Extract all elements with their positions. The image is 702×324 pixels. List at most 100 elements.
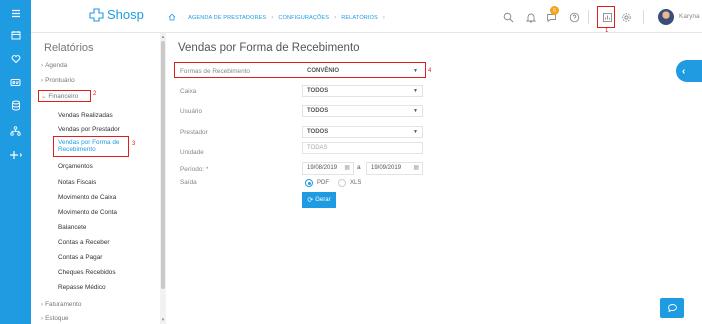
logo[interactable]: Shosp [89, 7, 144, 22]
saida-pdf-label[interactable]: PDF [317, 180, 329, 186]
chevron-right-icon: › [41, 77, 44, 84]
unidade-field[interactable]: TODAS [302, 142, 423, 154]
forma-select[interactable]: CONVÊNIO ▼ [302, 65, 423, 77]
username[interactable]: Karyna [679, 13, 700, 20]
annotation-marker: 2 [93, 91, 97, 97]
database-icon[interactable] [0, 96, 31, 114]
hierarchy-icon[interactable] [0, 122, 31, 140]
sidebar-subitem-movimento-caixa[interactable]: Movimento de Caixa [58, 194, 116, 201]
prestador-select-value: TODOS [307, 129, 329, 135]
saida-xls-label[interactable]: XLS [350, 180, 361, 186]
periodo-start-field[interactable]: 19/08/2019 ▦ [302, 162, 354, 175]
annotation-box [38, 90, 91, 102]
breadcrumb: · Agenda de Prestadores › Configurações … [168, 13, 390, 23]
chevron-right-icon: › [41, 62, 44, 69]
periodo-label: Período: * [180, 166, 209, 173]
chevron-left-icon: ‹ [682, 65, 686, 77]
scroll-thumb[interactable] [161, 41, 165, 289]
sidebar-item-estoque[interactable]: › Estoque [41, 315, 69, 322]
annotation-marker: 4 [428, 68, 432, 74]
sidebar-subitem-repasse-medico[interactable]: Repasse Médico [58, 284, 106, 291]
sidebar-subitem-orcamentos[interactable]: Orçamentos [58, 163, 93, 170]
forma-label: Formas de Recebimento [180, 68, 250, 75]
annotation-marker: 3 [132, 141, 136, 147]
breadcrumb-separator: › [334, 15, 337, 21]
sidebar-subitem-cheques-recebidos[interactable]: Cheques Recebidos [58, 269, 116, 276]
sidebar-subitem-notas-fiscais[interactable]: Notas Fiscais [58, 179, 96, 186]
gear-icon[interactable] [619, 10, 633, 24]
usuario-label: Usuário [180, 108, 203, 115]
caixa-select[interactable]: TODOS ▼ [302, 85, 423, 97]
avatar[interactable] [658, 9, 674, 25]
breadcrumb-separator: › [271, 15, 274, 21]
bell-icon[interactable] [524, 10, 538, 24]
calendar-icon[interactable]: ▦ [413, 163, 419, 174]
saida-pdf-radio[interactable] [305, 179, 313, 187]
calendar-icon[interactable]: ▦ [344, 163, 350, 174]
sidebar-subitem-contas-pagar[interactable]: Contas a Pagar [58, 254, 102, 261]
sidebar-item-label: Agenda [45, 62, 68, 69]
refresh-icon: ⟳ [307, 197, 314, 204]
sidebar-subitem-vendas-realizadas[interactable]: Vendas Realizadas [58, 112, 113, 119]
calendar-icon[interactable] [0, 26, 31, 44]
heart-icon[interactable] [0, 50, 31, 68]
logo-icon [89, 7, 104, 22]
notification-badge: 6 [550, 6, 559, 15]
breadcrumb-agenda[interactable]: Agenda de Prestadores [188, 15, 266, 21]
chat-button[interactable] [660, 298, 684, 318]
prestador-label: Prestador [180, 129, 208, 136]
unidade-label: Unidade [180, 149, 204, 156]
hamburger-icon[interactable] [0, 4, 31, 22]
breadcrumb-separator: · [181, 15, 184, 21]
caret-down-icon: ▼ [413, 68, 418, 74]
logo-text: Shosp [107, 7, 144, 22]
annotation-box [53, 136, 129, 157]
sidebar-subitem-contas-receber[interactable]: Contas a Receber [58, 239, 110, 246]
sidebar-subitem-vendas-por-prestador[interactable]: Vendas por Prestador [58, 126, 120, 133]
main-content: Vendas por Forma de Recebimento 4 Formas… [166, 33, 702, 324]
prestador-select[interactable]: TODOS ▼ [302, 126, 423, 138]
sidebar-item-agenda[interactable]: › Agenda [41, 62, 67, 69]
icon-rail [0, 0, 31, 324]
periodo-start-value: 19/08/2019 [307, 165, 338, 171]
id-card-icon[interactable] [0, 73, 31, 91]
forma-select-value: CONVÊNIO [307, 68, 340, 74]
search-icon[interactable] [501, 10, 515, 24]
home-icon[interactable] [168, 13, 176, 23]
sidebar-item-label: Prontuário [45, 77, 75, 84]
plus-icon[interactable] [0, 146, 31, 164]
caixa-select-value: TODOS [307, 88, 329, 94]
chevron-right-icon: › [41, 301, 44, 308]
caret-down-icon: ▼ [413, 88, 418, 94]
breadcrumb-separator: › [382, 15, 385, 21]
caret-down-icon: ▼ [413, 108, 418, 114]
sidebar-item-prontuario[interactable]: › Prontuário [41, 77, 75, 84]
periodo-end-field[interactable]: 19/09/2019 ▦ [366, 162, 423, 175]
divider [588, 10, 589, 24]
chat-icon [667, 304, 677, 313]
chevron-right-icon: › [41, 315, 44, 322]
periodo-separator: a [357, 164, 361, 171]
usuario-select[interactable]: TODOS ▼ [302, 105, 423, 117]
saida-xls-radio[interactable] [338, 179, 346, 187]
annotation-box [597, 6, 615, 28]
sidebar-subitem-balancete[interactable]: Balancete [58, 224, 86, 231]
page-title: Vendas por Forma de Recebimento [178, 42, 360, 54]
divider [643, 10, 644, 24]
sidebar-title: Relatórios [44, 42, 94, 54]
collapse-panel-button[interactable]: ‹ [676, 60, 702, 82]
sidebar-subitem-movimento-conta[interactable]: Movimento de Conta [58, 209, 117, 216]
breadcrumb-relatorios[interactable]: Relatórios [341, 15, 378, 21]
breadcrumb-configuracoes[interactable]: Configurações [278, 15, 329, 21]
top-header: Shosp · Agenda de Prestadores › Configur… [31, 0, 702, 34]
sidebar-item-label: Estoque [45, 315, 69, 322]
saida-label: Saída [180, 179, 197, 186]
caret-down-icon: ▼ [413, 129, 418, 135]
gerar-button[interactable]: ⟳ Gerar [302, 192, 336, 208]
gerar-button-label: Gerar [315, 197, 331, 203]
sidebar-item-faturamento[interactable]: › Faturamento [41, 301, 81, 308]
periodo-end-value: 19/09/2019 [371, 165, 402, 171]
usuario-select-value: TODOS [307, 108, 329, 114]
help-icon[interactable] [567, 10, 581, 24]
sidebar: Relatórios › Agenda › Prontuário ⌄ Financei… [31, 33, 166, 324]
